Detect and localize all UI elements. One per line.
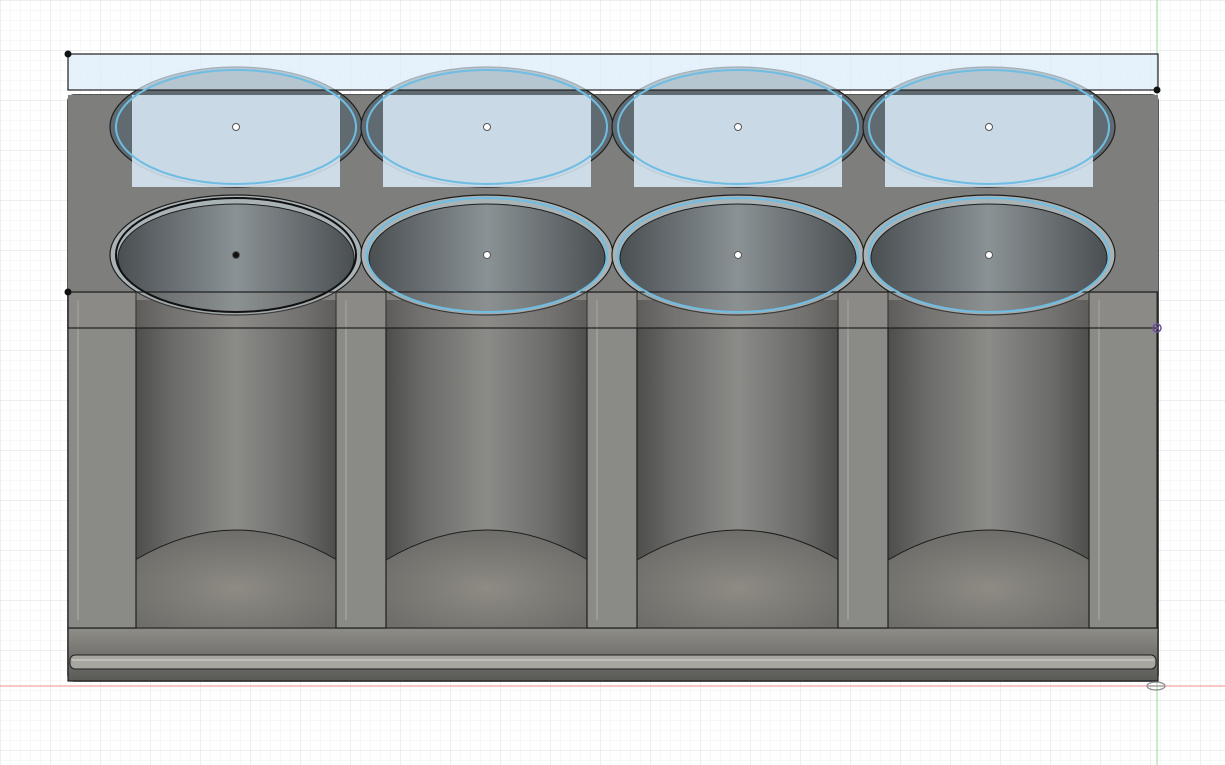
sketch-plane-lower[interactable] [67,291,1159,329]
cylinder-floor [887,529,1091,629]
circle-point-icon[interactable] [483,251,491,259]
circle-point-icon[interactable] [985,123,993,131]
constraint-point-top-left[interactable] [64,50,72,58]
circle-point-icon[interactable] [734,251,742,259]
constraint-point-mid-left[interactable] [64,288,72,296]
sketch-plane-upper[interactable] [67,53,1159,91]
constraint-point-top-right[interactable] [1153,86,1161,94]
circle-point-icon[interactable] [734,123,742,131]
cad-viewport[interactable] [0,0,1225,765]
circle-point-icon[interactable] [232,251,240,259]
divider-rib [586,291,638,629]
circle-point-icon[interactable] [232,123,240,131]
cylinder-floor [636,529,840,629]
model-scene[interactable] [0,0,1225,765]
cylinder-floor [134,529,338,629]
lower-cylinders [67,291,1158,629]
base-rail [69,654,1157,670]
circle-point-icon[interactable] [985,251,993,259]
circle-point-icon[interactable] [483,123,491,131]
divider-rib [837,291,889,629]
top-face [68,66,1158,316]
divider-rib [335,291,387,629]
cylinder-floor [385,529,589,629]
